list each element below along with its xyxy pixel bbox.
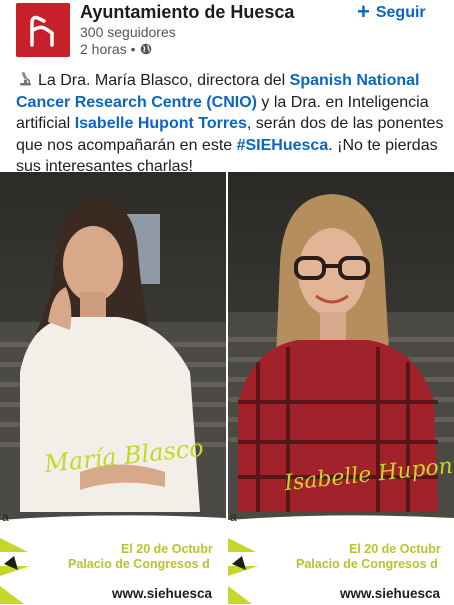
org-name[interactable]: Ayuntamiento de Huesca [80, 2, 294, 23]
follow-label: Seguir [375, 4, 426, 21]
post-time: 2 horas • [80, 41, 136, 57]
event-date: El 20 de Octubr [121, 542, 213, 556]
post-text-1: La Dra. María Blasco, directora del [38, 72, 290, 89]
event-place: Palacio de Congresos d [296, 557, 438, 571]
link-isabelle-hupont[interactable]: Isabelle Hupont Torres [75, 115, 247, 132]
speaker-image-isabelle-hupont[interactable]: Isabelle Hupont a El 20 de Octubr Palaci… [228, 172, 454, 605]
huesca-h-logo-icon [16, 3, 70, 57]
banner-letter: a [2, 510, 9, 524]
globe-icon [140, 43, 151, 55]
event-url: www.siehuesca [340, 586, 441, 601]
hashtag-siehuesca[interactable]: #SIEHuesca [237, 137, 329, 154]
post-body: La Dra. María Blasco, directora del Span… [16, 70, 444, 178]
speaker-image-maria-blasco[interactable]: María Blasco a El 20 de Octubr Palacio d… [0, 172, 226, 605]
follow-button[interactable]: + Seguir [357, 0, 426, 24]
org-logo[interactable] [16, 3, 70, 57]
post-header: Ayuntamiento de Huesca 300 seguidores 2 … [0, 0, 454, 66]
event-url: www.siehuesca [112, 586, 213, 601]
event-place: Palacio de Congresos d [68, 557, 210, 571]
plus-icon: + [357, 0, 370, 24]
event-date: El 20 de Octubr [349, 542, 441, 556]
post-meta: 2 horas • [80, 41, 152, 57]
banner-letter: a [230, 510, 237, 524]
follower-count: 300 seguidores [80, 24, 176, 40]
microscope-icon [20, 71, 31, 86]
